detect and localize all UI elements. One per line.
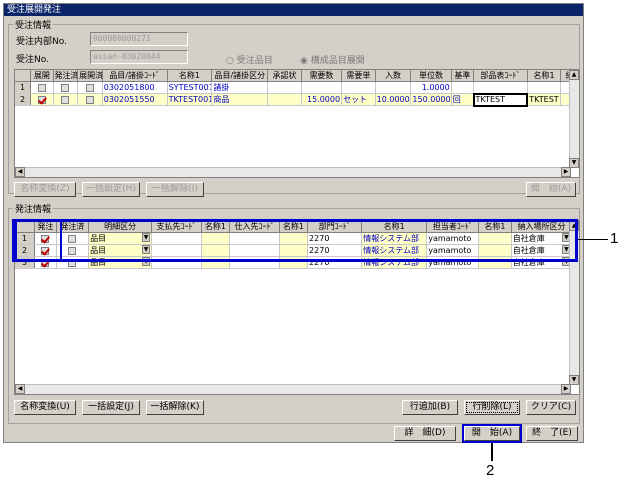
callout-number-1: 1 [610, 230, 619, 247]
tanisu-cell: 150.0000 [410, 93, 452, 106]
bom-name-cell: TKTEST [527, 93, 562, 106]
upper-bulk-clear-button[interactable]: 一括解除(I) [146, 182, 204, 197]
order-no-label: 受注No. [16, 55, 49, 65]
radio-order-item[interactable]: ○ 受注品目 [226, 53, 273, 66]
expand-checkbox[interactable] [30, 81, 54, 94]
col-standard[interactable]: 基準 [451, 70, 475, 82]
internal-no-label: 受注内部No. [16, 37, 67, 47]
kijun-cell: 回 [451, 93, 475, 106]
col-irisu[interactable]: 入数 [375, 70, 412, 82]
lower-bulk-clear-button[interactable]: 一括解除(K) [146, 400, 204, 415]
item-name-cell: TKTEST001 [167, 93, 213, 106]
end-button[interactable]: 終 了(E) [526, 426, 578, 441]
window-title: 受注展開発注 [4, 4, 583, 16]
approval-cell [267, 81, 302, 94]
col-item-kbn[interactable]: 品目/諸掛区分 [211, 70, 269, 82]
irisu-cell: 10.0000 [375, 93, 412, 106]
callout-number-2: 2 [486, 462, 495, 479]
delete-row-button[interactable]: 行削除(L) [464, 400, 520, 415]
col-expanded[interactable]: 展開済 [77, 70, 103, 82]
tanisu-cell: 1.0000 [410, 81, 452, 94]
start-button[interactable]: 開 始(A) [462, 424, 522, 443]
scroll-left-icon[interactable]: ◀ [15, 384, 25, 394]
col-demand-qty[interactable]: 需要数 [301, 70, 343, 82]
upper-hscroll[interactable]: ◀ ▶ [15, 167, 571, 177]
col-item-code[interactable]: 品目/諸掛ｺｰﾄﾞ [102, 70, 168, 82]
item-kbn-cell: 諸掛 [211, 81, 269, 94]
order-section-legend: 発注情報 [15, 205, 52, 215]
ordered-checkbox [53, 93, 79, 106]
callout-box-1-checkbox [15, 219, 62, 262]
qty-cell: 15.0000 [301, 93, 343, 106]
lower-rename-button[interactable]: 名称変換(U) [14, 400, 76, 415]
item-name-cell: SYTEST001 [167, 81, 213, 94]
col-ordered[interactable]: 発注済 [53, 70, 79, 82]
expanded-checkbox [77, 93, 103, 106]
bom-name-cell [527, 81, 562, 94]
row-number: 1 [15, 81, 32, 94]
bom-code-cell[interactable]: TKTEST [472, 92, 529, 107]
upper-grid-corner [15, 70, 32, 82]
ordered-checkbox [53, 81, 79, 94]
scroll-right-icon[interactable]: ▶ [561, 167, 571, 177]
upper-start-button[interactable]: 開 始(A) [526, 182, 576, 197]
col-expand[interactable]: 展開 [30, 70, 54, 82]
qty-cell [301, 81, 343, 94]
col-bom-code[interactable]: 部品表ｺｰﾄﾞ [473, 70, 528, 82]
table-row[interactable]: 1 0302051800 SYTEST001 諸掛 1.0000 [15, 81, 579, 94]
irisu-cell [375, 81, 412, 94]
table-row[interactable]: 2 0302051550 TKTEST001 商品 15.0000 セット 10… [15, 92, 579, 107]
bom-code-cell[interactable] [473, 81, 528, 94]
unit-cell [341, 81, 376, 94]
radio-config-expand[interactable]: ◉ 構成品目展開 [300, 53, 365, 66]
callout-box-1 [12, 219, 578, 262]
internal-no-field: 000000000271 [90, 32, 188, 46]
lower-hscroll[interactable]: ◀ ▶ [15, 384, 571, 394]
item-kbn-cell: 商品 [211, 93, 269, 106]
order-no-field: asian-03020044 [90, 50, 188, 64]
order-info-legend: 受注情報 [15, 21, 52, 31]
clear-button[interactable]: クリア(C) [526, 400, 576, 415]
col-name1[interactable]: 名称1 [167, 70, 213, 82]
scroll-left-icon[interactable]: ◀ [15, 167, 25, 177]
col-bom-name[interactable]: 名称1 [527, 70, 562, 82]
scroll-up-icon[interactable]: ▲ [569, 70, 579, 80]
approval-cell [267, 93, 302, 106]
col-approval[interactable]: 承認状 [267, 70, 302, 82]
expanded-checkbox [77, 81, 103, 94]
upper-rename-button[interactable]: 名称変換(Z) [14, 182, 76, 197]
callout-leader-2 [491, 443, 493, 461]
add-row-button[interactable]: 行追加(B) [402, 400, 458, 415]
expand-checkbox[interactable] [30, 93, 54, 106]
scroll-right-icon[interactable]: ▶ [561, 384, 571, 394]
item-code-cell: 0302051800 [102, 81, 168, 94]
kijun-cell [451, 81, 475, 94]
upper-grid[interactable]: 展開 発注済 展開済 品目/諸掛ｺｰﾄﾞ 名称1 品目/諸掛区分 承認状 需要数… [14, 69, 580, 178]
item-code-cell: 0302051550 [102, 93, 168, 106]
lower-bulk-set-button[interactable]: 一括設定(J) [82, 400, 140, 415]
unit-cell: セット [341, 93, 376, 106]
detail-button[interactable]: 詳 細(D) [394, 426, 456, 441]
col-demand-unit[interactable]: 需要単 [341, 70, 376, 82]
col-unit-count[interactable]: 単位数 [410, 70, 452, 82]
upper-vscroll[interactable]: ▲ ▼ [569, 70, 579, 168]
upper-bulk-set-button[interactable]: 一括設定(H) [82, 182, 140, 197]
row-number: 2 [15, 93, 32, 106]
callout-leader-1 [578, 239, 608, 240]
